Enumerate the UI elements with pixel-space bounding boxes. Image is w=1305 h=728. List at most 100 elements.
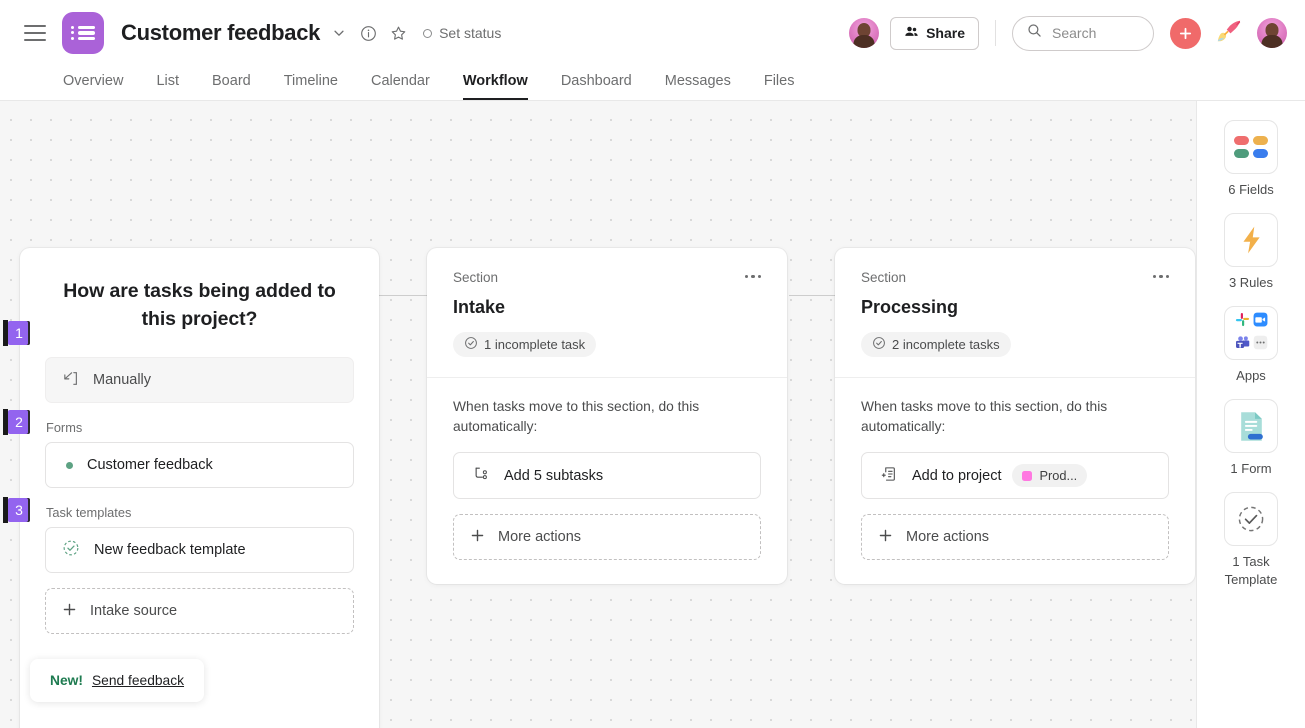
plus-icon: [62, 602, 77, 621]
section-name: Intake: [453, 297, 761, 318]
more-actions-label: More actions: [498, 529, 581, 545]
set-status-label: Set status: [439, 25, 501, 41]
section-body-processing: When tasks move to this section, do this…: [835, 377, 1195, 584]
project-list-icon[interactable]: [62, 12, 104, 54]
connector-line-1: [379, 295, 427, 296]
chevron-down-icon[interactable]: [332, 26, 346, 40]
rail-item-apps[interactable]: Apps: [1206, 306, 1296, 385]
send-feedback-link[interactable]: Send feedback: [92, 673, 184, 688]
green-dot-icon: [66, 462, 73, 469]
set-status-button[interactable]: Set status: [423, 25, 501, 41]
add-intake-source-button[interactable]: Intake source: [45, 588, 354, 634]
subtask-icon: [472, 465, 490, 487]
rail-item-label: 1 Form: [1230, 460, 1271, 478]
intake-task-template[interactable]: New feedback template: [45, 527, 354, 573]
section-action-add-subtasks[interactable]: Add 5 subtasks: [453, 452, 761, 499]
rail-item-label: Apps: [1236, 367, 1266, 385]
section-action-project-label: Prod...: [1039, 468, 1077, 483]
check-circle-icon: [464, 336, 478, 353]
view-tabs: Overview List Board Timeline Calendar Wo…: [0, 66, 1305, 101]
section-action-label: Add to project: [912, 468, 1001, 484]
apps-icon: [1224, 306, 1278, 360]
tab-overview[interactable]: Overview: [63, 73, 123, 100]
section-task-count-label: 2 incomplete tasks: [892, 337, 1000, 352]
share-button[interactable]: Share: [890, 17, 979, 50]
tab-workflow[interactable]: Workflow: [463, 73, 528, 100]
member-avatar[interactable]: [849, 18, 879, 48]
section-action-add-to-project[interactable]: Add to project Prod...: [861, 452, 1169, 499]
section-task-count-label: 1 incomplete task: [484, 337, 585, 352]
top-bar: Customer feedback Set status Share: [0, 0, 1305, 66]
project-color-icon: [1022, 471, 1032, 481]
more-horizontal-icon[interactable]: [741, 271, 765, 282]
search-input[interactable]: [1052, 25, 1139, 41]
plus-icon: [470, 528, 485, 547]
connector-line-2: [789, 295, 835, 296]
dashed-check-circle-icon: [62, 539, 80, 561]
intake-card: How are tasks being added to this projec…: [20, 248, 379, 728]
rail-item-form[interactable]: 1 Form: [1206, 399, 1296, 478]
section-task-count: 1 incomplete task: [453, 332, 596, 357]
section-kicker: Section: [453, 270, 761, 285]
form-document-icon: [1224, 399, 1278, 453]
avatar[interactable]: [1257, 18, 1287, 48]
more-apps-icon: [1253, 335, 1268, 355]
more-actions-button-intake[interactable]: More actions: [453, 514, 761, 560]
task-templates-group-label: Task templates: [46, 505, 354, 520]
add-button[interactable]: [1170, 18, 1201, 49]
step-badge-2: 2: [8, 410, 30, 434]
section-name: Processing: [861, 297, 1169, 318]
rocket-icon[interactable]: [1215, 18, 1243, 49]
tab-list[interactable]: List: [156, 73, 179, 100]
intake-form-customer-feedback[interactable]: Customer feedback: [45, 442, 354, 488]
slack-icon: [1235, 312, 1250, 332]
rail-item-label: 6 Fields: [1228, 181, 1274, 199]
intake-source-manually[interactable]: Manually: [45, 357, 354, 403]
rail-item-label: 1 Task Template: [1206, 553, 1296, 589]
page-title[interactable]: Customer feedback: [121, 20, 320, 46]
intake-form-label: Customer feedback: [87, 457, 213, 473]
section-automation-description: When tasks move to this section, do this…: [453, 397, 761, 437]
header-divider: [995, 20, 996, 46]
check-circle-icon: [872, 336, 886, 353]
intake-question: How are tasks being added to this projec…: [45, 248, 354, 333]
intake-source-manually-label: Manually: [93, 372, 151, 388]
arrow-into-box-icon: [62, 370, 79, 391]
tab-messages[interactable]: Messages: [665, 73, 731, 100]
more-horizontal-icon[interactable]: [1149, 271, 1173, 282]
step-badge-3: 3: [8, 498, 30, 522]
people-icon: [904, 24, 919, 42]
section-kicker: Section: [861, 270, 1169, 285]
lightning-bolt-icon: [1224, 213, 1278, 267]
tab-board[interactable]: Board: [212, 73, 251, 100]
more-actions-button-processing[interactable]: More actions: [861, 514, 1169, 560]
section-header-processing: Section Processing 2 incomplete tasks: [835, 248, 1195, 377]
hamburger-icon[interactable]: [24, 25, 46, 41]
share-label: Share: [926, 25, 965, 41]
intake-task-template-label: New feedback template: [94, 542, 246, 558]
rail-item-label: 3 Rules: [1229, 274, 1273, 292]
section-action-label: Add 5 subtasks: [504, 468, 603, 484]
fields-icon: [1224, 120, 1278, 174]
rail-item-rules[interactable]: 3 Rules: [1206, 213, 1296, 292]
forms-group-label: Forms: [46, 420, 354, 435]
status-ring-icon: [423, 29, 432, 38]
star-icon[interactable]: [390, 25, 407, 42]
step-badge-1: 1: [8, 321, 30, 345]
section-action-project-pill[interactable]: Prod...: [1012, 464, 1087, 487]
section-header-intake: Section Intake 1 incomplete task: [427, 248, 787, 377]
tab-files[interactable]: Files: [764, 73, 795, 100]
zoom-icon: [1253, 312, 1268, 332]
info-circle-icon[interactable]: [360, 25, 377, 42]
rail-item-fields[interactable]: 6 Fields: [1206, 120, 1296, 199]
section-task-count: 2 incomplete tasks: [861, 332, 1011, 357]
add-intake-source-label: Intake source: [90, 603, 177, 619]
teams-icon: [1235, 335, 1250, 355]
feedback-new-badge: New!: [50, 673, 83, 688]
search-box[interactable]: [1012, 16, 1154, 51]
tab-timeline[interactable]: Timeline: [284, 73, 338, 100]
workflow-canvas[interactable]: How are tasks being added to this projec…: [0, 101, 1196, 728]
tab-calendar[interactable]: Calendar: [371, 73, 430, 100]
tab-dashboard[interactable]: Dashboard: [561, 73, 632, 100]
rail-item-task-template[interactable]: 1 Task Template: [1206, 492, 1296, 589]
